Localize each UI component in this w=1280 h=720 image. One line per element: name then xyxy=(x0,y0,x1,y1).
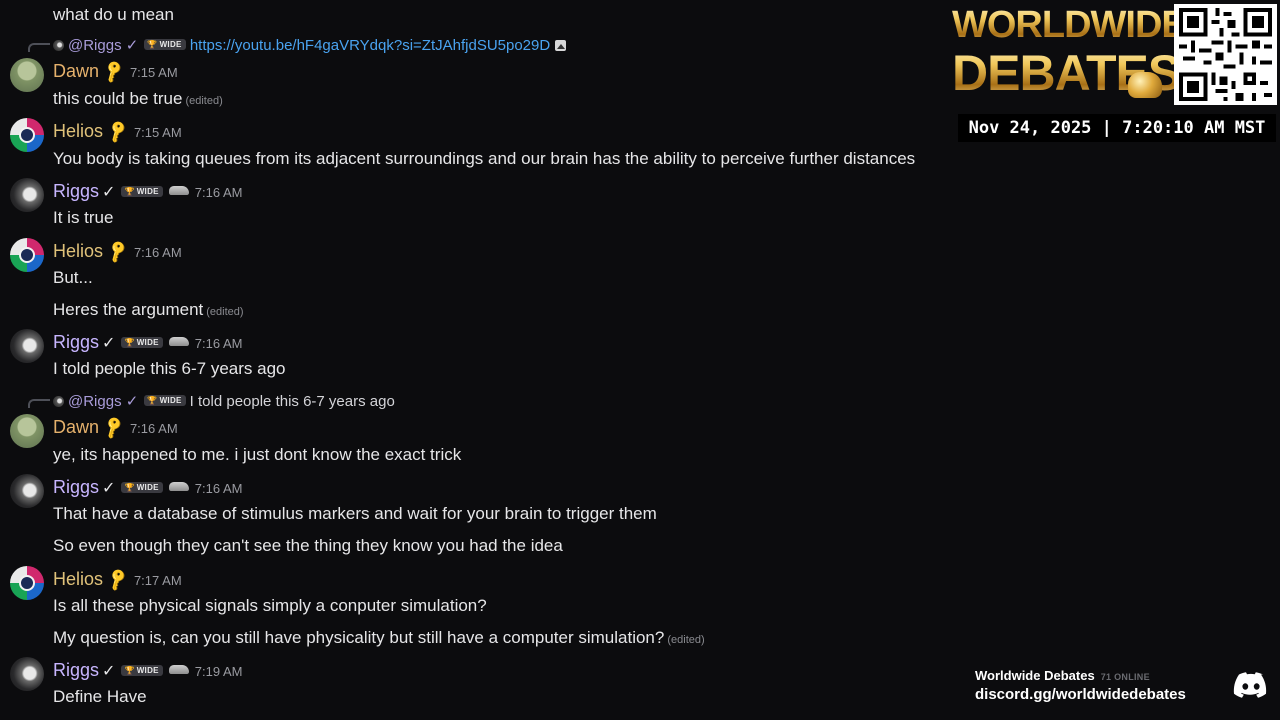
message-text: But... xyxy=(53,268,93,287)
chat-log: what do u mean @Riggs ✓ 🏆 WIDE https://you… xyxy=(0,0,1280,720)
message-header: Riggs ✓ 🏆 WIDE 7:19 AM xyxy=(53,660,243,681)
username-riggs[interactable]: Riggs xyxy=(53,477,99,497)
timestamp: 7:16 AM xyxy=(194,481,243,496)
boxing-glove-icon xyxy=(1128,72,1162,98)
timestamp: 7:17 AM xyxy=(133,573,182,588)
qr-code xyxy=(1174,4,1277,105)
message-text: My question is, can you still have physi… xyxy=(53,628,665,647)
datetime-display: Nov 24, 2025 | 7:20:10 AM MST xyxy=(958,114,1276,142)
message-header: Riggs ✓ 🏆 WIDE 7:16 AM xyxy=(53,181,243,202)
avatar-riggs[interactable] xyxy=(10,178,44,212)
message-text: I told people this 6-7 years ago xyxy=(53,359,286,378)
message-header: Helios 🔑 7:16 AM xyxy=(53,240,182,265)
timestamp: 7:16 AM xyxy=(133,245,182,260)
sneaker-icon xyxy=(168,186,189,195)
avatar-helios[interactable] xyxy=(10,238,44,272)
message-content: Heres the argument (edited) xyxy=(53,300,244,320)
username-helios[interactable]: Helios xyxy=(53,569,103,589)
checkmark-icon: ✓ xyxy=(102,184,116,201)
trophy-wide-badge: 🏆 WIDE xyxy=(121,665,163,676)
username-helios[interactable]: Helios xyxy=(53,121,103,141)
username-riggs[interactable]: Riggs xyxy=(53,332,99,352)
checkmark-icon: ✓ xyxy=(102,480,116,497)
trophy-wide-badge: 🏆 WIDE xyxy=(144,395,186,406)
timestamp: 7:16 AM xyxy=(129,421,178,436)
trophy-wide-badge: 🏆 WIDE xyxy=(144,39,186,50)
key-icon: 🔑 xyxy=(101,416,128,441)
timestamp: 7:16 AM xyxy=(194,185,243,200)
message-content: this could be true (edited) xyxy=(53,89,223,109)
edited-label: (edited) xyxy=(206,306,244,318)
discord-logo-icon xyxy=(1233,671,1269,699)
avatar-riggs[interactable] xyxy=(10,657,44,691)
username-dawn[interactable]: Dawn xyxy=(53,417,99,437)
online-count: 71 ONLINE xyxy=(1100,672,1150,682)
username-riggs[interactable]: Riggs xyxy=(53,181,99,201)
avatar-dawn[interactable] xyxy=(10,414,44,448)
message-header: Helios 🔑 7:15 AM xyxy=(53,120,182,145)
sneaker-icon xyxy=(168,665,189,674)
avatar-helios[interactable] xyxy=(10,118,44,152)
sneaker-icon xyxy=(168,337,189,346)
sneaker-icon xyxy=(168,482,189,491)
key-icon: 🔑 xyxy=(105,240,132,265)
reply-author[interactable]: @Riggs ✓ xyxy=(68,393,138,410)
avatar-riggs[interactable] xyxy=(10,474,44,508)
message-text: what do u mean xyxy=(53,5,174,24)
reply-preview[interactable]: @Riggs ✓ 🏆 WIDE I told people this 6-7 year… xyxy=(53,392,395,410)
discord-server-info: Worldwide Debates 71 ONLINE discord.gg/wo… xyxy=(975,667,1186,703)
timestamp: 7:16 AM xyxy=(194,336,243,351)
username-riggs[interactable]: Riggs xyxy=(53,660,99,680)
key-icon: 🔑 xyxy=(105,568,132,593)
message-header: Helios 🔑 7:17 AM xyxy=(53,568,182,593)
key-icon: 🔑 xyxy=(101,60,128,85)
worldwide-debates-logo: WORLDWIDE DEBATES xyxy=(950,4,1187,104)
reply-connector xyxy=(28,399,50,408)
message-header: Dawn 🔑 7:16 AM xyxy=(53,416,178,441)
reply-connector xyxy=(28,43,50,52)
edited-label: (edited) xyxy=(667,634,705,646)
server-name: Worldwide Debates xyxy=(975,668,1095,683)
message-header: Dawn 🔑 7:15 AM xyxy=(53,60,178,85)
reply-author[interactable]: @Riggs ✓ xyxy=(68,37,138,54)
edited-label: (edited) xyxy=(185,95,223,107)
checkmark-icon: ✓ xyxy=(102,663,116,680)
avatar-riggs[interactable] xyxy=(10,329,44,363)
message-content: My question is, can you still have physi… xyxy=(53,628,705,648)
key-icon: 🔑 xyxy=(105,120,132,145)
image-icon xyxy=(555,40,567,51)
message-text: ye, its happened to me. i just dont know… xyxy=(53,445,462,464)
avatar-helios[interactable] xyxy=(10,566,44,600)
message-text: Define Have xyxy=(53,687,147,706)
logo-line1: WORLDWIDE xyxy=(952,4,1187,46)
message-text: So even though they can't see the thing … xyxy=(53,536,563,555)
checkmark-icon: ✓ xyxy=(102,335,116,352)
message-text: You body is taking queues from its adjac… xyxy=(53,149,916,168)
message-header: Riggs ✓ 🏆 WIDE 7:16 AM xyxy=(53,477,243,498)
message-text: That have a database of stimulus markers… xyxy=(53,504,657,523)
timestamp: 7:15 AM xyxy=(129,65,178,80)
message-text: Heres the argument xyxy=(53,300,204,319)
timestamp: 7:15 AM xyxy=(133,125,182,140)
timestamp: 7:19 AM xyxy=(194,664,243,679)
reply-avatar xyxy=(53,40,64,51)
reply-text[interactable]: I told people this 6-7 years ago xyxy=(190,393,395,410)
trophy-wide-badge: 🏆 WIDE xyxy=(121,482,163,493)
trophy-wide-badge: 🏆 WIDE xyxy=(121,337,163,348)
reply-avatar xyxy=(53,396,64,407)
trophy-wide-badge: 🏆 WIDE xyxy=(121,186,163,197)
youtube-link[interactable]: https://youtu.be/hF4gaVRYdqk?si=ZtJAhfjd… xyxy=(190,37,550,54)
avatar-dawn[interactable] xyxy=(10,58,44,92)
message-text: this could be true xyxy=(53,89,183,108)
message-header: Riggs ✓ 🏆 WIDE 7:16 AM xyxy=(53,332,243,353)
message-text: Is all these physical signals simply a c… xyxy=(53,596,487,615)
username-dawn[interactable]: Dawn xyxy=(53,61,99,81)
message-text: It is true xyxy=(53,208,114,227)
invite-link[interactable]: discord.gg/worldwidedebates xyxy=(975,686,1186,703)
username-helios[interactable]: Helios xyxy=(53,241,103,261)
reply-preview[interactable]: @Riggs ✓ 🏆 WIDE https://youtu.be/hF4gaVRYd… xyxy=(53,36,567,54)
